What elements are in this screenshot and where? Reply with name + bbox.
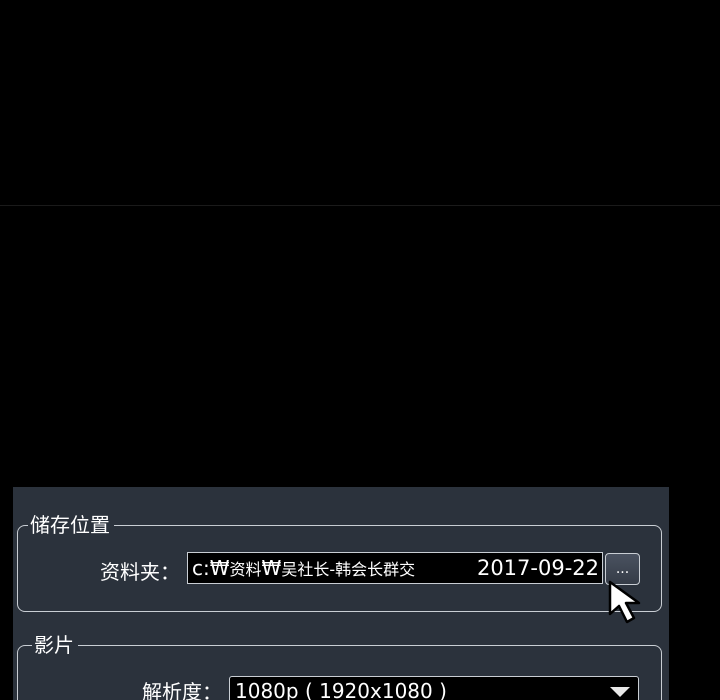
resolution-value: 1080p ( 1920x1080 ) — [235, 679, 447, 700]
video-group-title: 影片 — [32, 632, 78, 658]
path-drive: c: — [192, 556, 210, 580]
storage-group-title: 储存位置 — [28, 512, 114, 538]
folder-path-field[interactable]: c:₩资料₩吴社长-韩会长群交 2017-09-22 — [187, 552, 603, 584]
path-separator: ₩ — [261, 556, 282, 580]
resolution-label: 解析度： — [142, 680, 222, 700]
path-segment: 资料 — [229, 560, 262, 579]
folder-path-date: 2017-09-22 — [476, 556, 599, 580]
folder-label: 资料夹： — [100, 560, 180, 584]
triangle-down-icon[interactable] — [610, 687, 630, 697]
settings-panel: 储存位置 资料夹： c:₩资料₩吴社长-韩会长群交 2017-09-22 ...… — [13, 487, 669, 700]
resolution-select[interactable]: 1080p ( 1920x1080 ) — [229, 676, 639, 700]
path-segment: 吴社长-韩会长群交 — [281, 560, 416, 579]
top-divider — [0, 205, 720, 206]
path-separator: ₩ — [209, 556, 230, 580]
folder-path-text: c:₩资料₩吴社长-韩会长群交 — [192, 553, 416, 583]
browse-folder-button[interactable]: ... — [605, 553, 640, 585]
